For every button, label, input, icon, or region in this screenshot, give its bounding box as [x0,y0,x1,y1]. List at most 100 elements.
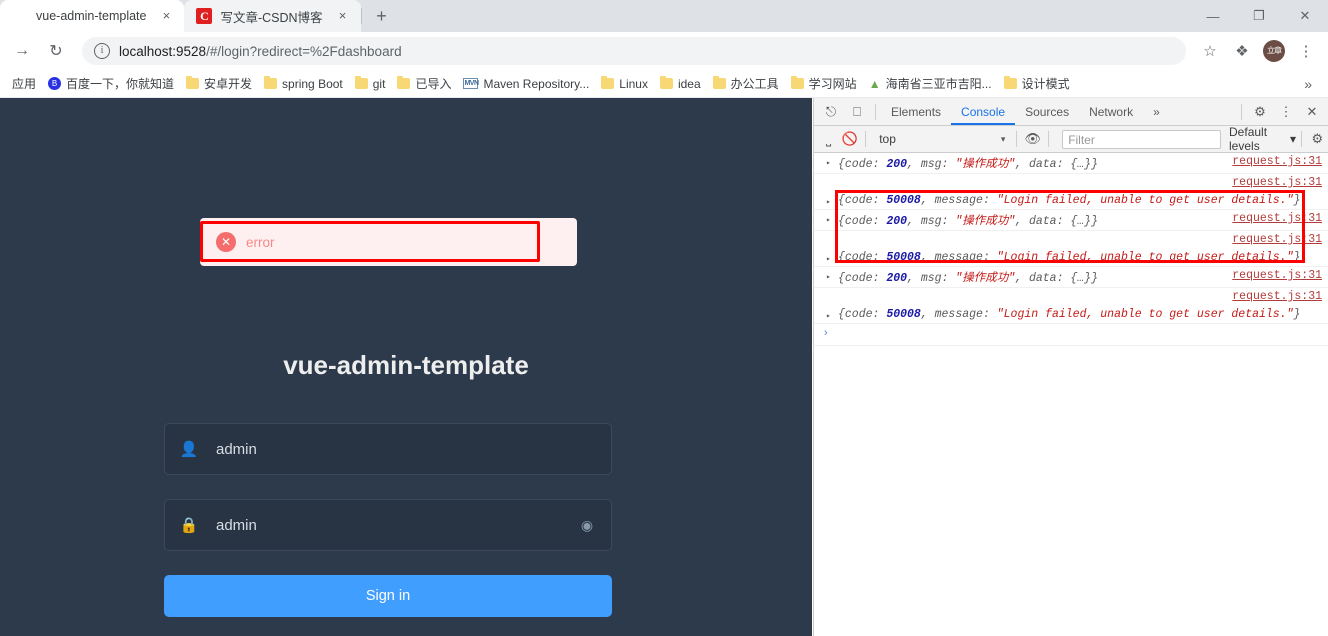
bookmark-item-4[interactable]: 已导入 [391,73,457,95]
expand-arrow-icon[interactable]: ▸ [826,272,831,282]
lock-icon: 🔒 [179,517,199,534]
bookmark-item-11[interactable]: 设计模式 [998,73,1076,95]
page-title: vue-admin-template [283,350,529,380]
profile-avatar[interactable]: 立章 [1260,37,1288,65]
csdn-icon: C [196,8,213,24]
context-label: top [879,132,896,146]
expand-arrow-icon[interactable]: ▸ [826,215,831,225]
clear-console-icon[interactable]: 🚫 [839,126,860,152]
username-input[interactable] [214,439,597,459]
divider [875,103,876,120]
bookmark-item-7[interactable]: idea [654,73,707,95]
password-input[interactable] [214,515,577,535]
bookmark-item-9[interactable]: 学习网站 [785,73,863,95]
extensions-puzzle-icon[interactable]: ❖ [1228,37,1256,65]
code-value: 50008 [886,308,921,321]
forward-icon[interactable]: → [8,37,36,65]
gear-icon[interactable]: ⚙ [1247,99,1273,125]
console-prompt[interactable]: › [814,324,1328,346]
bookmark-star-icon[interactable]: ☆ [1196,37,1224,65]
divider [1016,131,1018,147]
folder-icon [264,76,278,89]
bookmark-item-8[interactable]: 办公工具 [707,73,785,95]
new-tab-button[interactable]: + [368,2,396,30]
tab-close-icon-2[interactable]: × [335,8,351,24]
password-field[interactable]: 🔒 ◉ [164,499,612,551]
cursor-select-icon[interactable]: ⎋ [818,99,844,125]
browser-tab-1[interactable]: vue-admin-template × [0,0,185,32]
bookmark-item-0[interactable]: B 百度一下，你就知道 [42,73,180,95]
close-window-button[interactable]: ✕ [1282,0,1328,32]
source-link[interactable]: request.js:31 [1232,290,1322,303]
source-link[interactable]: request.js:31 [1232,269,1322,282]
source-link[interactable]: request.js:31 [1232,212,1322,225]
bookmark-item-6[interactable]: Linux [595,73,654,95]
username-field[interactable]: 👤 [164,423,612,475]
address-bar-url: localhost:9528/#/login?redirect=%2Fdashb… [119,44,402,59]
console-message-log[interactable]: ▸ {code: 200, msg: "操作成功", data: {…}} re… [814,153,1328,174]
address-bar[interactable]: i localhost:9528/#/login?redirect=%2Fdas… [82,37,1186,65]
console-message-list[interactable]: ▸ {code: 200, msg: "操作成功", data: {…}} re… [814,153,1328,635]
bookmark-item-5[interactable]: MVN Maven Repository... [457,73,595,95]
minimize-button[interactable]: — [1190,0,1236,32]
tab-elements[interactable]: Elements [881,98,951,125]
source-link[interactable]: request.js:31 [1232,233,1322,246]
browser-tab-2[interactable]: C 写文章-CSDN博客 × [184,0,361,32]
source-link[interactable]: request.js:31 [1232,176,1322,189]
divider [1300,131,1302,147]
expand-arrow-icon[interactable]: ▸ [826,254,831,264]
expand-arrow-icon[interactable]: ▸ [826,197,831,207]
bookmark-item-2[interactable]: spring Boot [258,73,349,95]
tab-network[interactable]: Network [1079,98,1143,125]
console-message-error[interactable]: request.js:31 ▸ {code: 50008, message: "… [814,231,1328,267]
tab-sources[interactable]: Sources [1015,98,1079,125]
tab-close-icon-1[interactable]: × [158,8,174,24]
console-message-log[interactable]: ▸ {code: 200, msg: "操作成功", data: {…}} re… [814,210,1328,231]
bookmark-item-3[interactable]: git [349,73,392,95]
console-message-error[interactable]: request.js:31 ▸ {code: 50008, message: "… [814,288,1328,324]
folder-icon [1003,76,1017,89]
bookmark-label: 设计模式 [1021,77,1070,91]
tab-console[interactable]: Console [951,98,1016,125]
reload-icon[interactable]: ↻ [42,37,70,65]
console-sidebar-icon[interactable]: ⎵ [818,126,839,152]
msg-value: Login failed, unable to get user details… [1003,308,1287,321]
browser-toolbar: → ↻ i localhost:9528/#/login?redirect=%2… [0,32,1328,70]
signin-button[interactable]: Sign in [164,575,612,617]
bookmark-apps[interactable]: 应用 [6,73,42,95]
execution-context-select[interactable]: top ▾ [871,132,1011,146]
bookmark-item-10[interactable]: ▲ 海南省三亚市吉阳... [863,73,998,95]
error-alert: ✕ error [200,218,577,266]
more-tabs-icon[interactable]: » [1143,98,1170,125]
code-value: 200 [886,272,908,285]
bookmark-label: git [372,76,386,91]
console-filter-input[interactable]: Filter [1062,129,1222,149]
folder-icon [659,76,673,89]
expand-arrow-icon[interactable]: ▸ [826,158,831,168]
bookmark-label: spring Boot [282,76,343,91]
window-controls: — ❐ ✕ [1190,0,1328,32]
console-message-log[interactable]: ▸ {code: 200, msg: "操作成功", data: {…}} re… [814,267,1328,288]
site-info-icon[interactable]: i [94,43,110,59]
devtools-panel: ⎋ ⎕ Elements Console Sources Network » ⚙… [813,98,1328,636]
login-page: ✕ error vue-admin-template 👤 🔒 ◉ Sign in… [0,98,812,636]
tab-strip: vue-admin-template × C 写文章-CSDN博客 × + — … [0,0,1328,32]
bookmark-item-1[interactable]: 安卓开发 [180,73,258,95]
console-toolbar: ⎵ 🚫 top ▾ 👁 Filter Default levels ▾ ⚙ [814,125,1328,153]
close-icon[interactable]: ✕ [1299,99,1325,125]
bookmarks-overflow-icon[interactable]: » [1294,76,1322,92]
console-settings-gear-icon[interactable]: ⚙ [1307,126,1328,152]
baidu-icon: B [48,77,62,90]
user-icon: 👤 [179,441,199,458]
divider [1241,103,1242,120]
source-link[interactable]: request.js:31 [1232,155,1322,168]
chrome-menu-icon[interactable]: ⋮ [1292,37,1320,65]
log-levels-select[interactable]: Default levels ▾ [1229,125,1296,153]
device-toolbar-icon[interactable]: ⎕ [844,99,870,125]
eye-icon[interactable]: ◉ [577,517,597,534]
maximize-button[interactable]: ❐ [1236,0,1282,32]
live-expression-icon[interactable]: 👁 [1022,126,1043,152]
console-message-error[interactable]: request.js:31 ▸ {code: 50008, message: "… [814,174,1328,210]
expand-arrow-icon[interactable]: ▸ [826,311,831,321]
kebab-menu-icon[interactable]: ⋮ [1273,99,1299,125]
